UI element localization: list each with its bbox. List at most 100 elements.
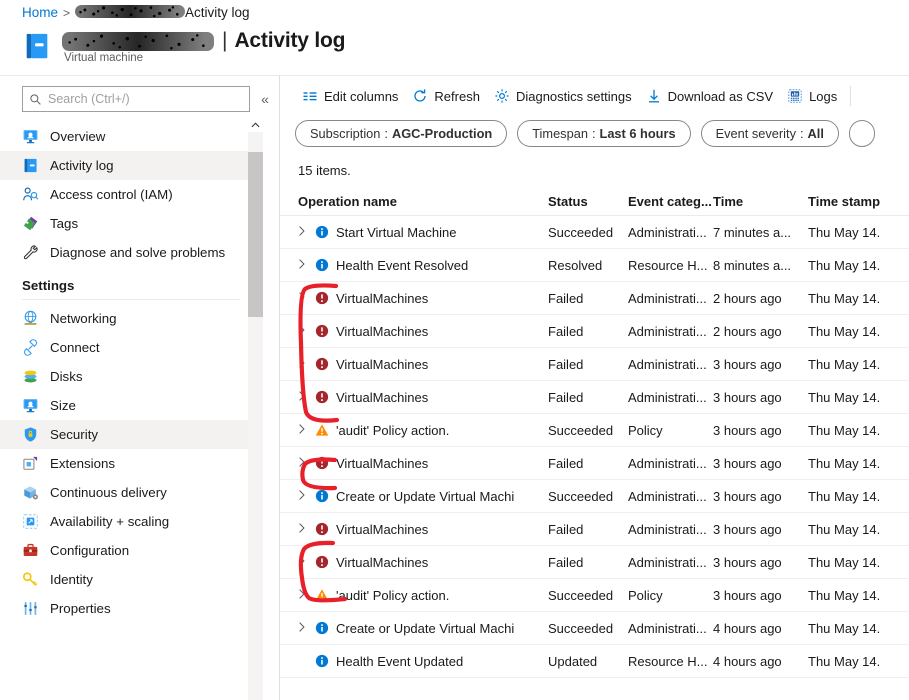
sidebar-item-activity-log[interactable]: Activity log (0, 151, 262, 180)
refresh-icon (412, 88, 428, 104)
sidebar-item-label: Overview (50, 129, 106, 144)
filter-value: All (807, 126, 824, 141)
cell-status: Succeeded (548, 224, 614, 240)
table-row[interactable]: Health Event Resolved Resolved Resource H.… (280, 249, 909, 282)
search-icon (29, 93, 42, 106)
cell-time-stamp: Thu May 14. (808, 488, 881, 504)
cell-operation-name: Create or Update Virtual Machi (336, 488, 515, 504)
page-title: Activity log (234, 29, 346, 52)
sidebar-item-size[interactable]: Size (0, 391, 262, 420)
table-row[interactable]: VirtualMachines Failed Administrati... 3 ho… (280, 513, 909, 546)
sidebar-item-tags[interactable]: Tags (0, 209, 262, 238)
sidebar-scrollbar[interactable] (248, 118, 263, 700)
filter-timespan[interactable]: Timespan : Last 6 hours (517, 120, 691, 147)
column-header-time[interactable]: Time (713, 194, 808, 209)
expand-row-chevron-icon[interactable] (298, 555, 315, 569)
severity-info-icon (315, 489, 329, 503)
filter-overflow-partial[interactable] (848, 120, 875, 147)
cell-operation-name: Health Event Updated (336, 653, 464, 669)
table-row[interactable]: VirtualMachines Failed Administrati... 3 ho… (280, 447, 909, 480)
sidebar-item-continuous-delivery[interactable]: Continuous delivery (0, 478, 262, 507)
table-row[interactable]: 'audit' Policy action. Succeeded Policy 3 h… (280, 414, 909, 447)
table-row[interactable]: Create or Update Virtual Machi Succeeded A… (280, 612, 909, 645)
table-row[interactable]: VirtualMachines Failed Administrati... 3 ho… (280, 546, 909, 579)
expand-row-chevron-icon[interactable] (298, 621, 315, 635)
expand-row-chevron-icon[interactable] (298, 456, 315, 470)
expand-row-chevron-icon[interactable] (298, 423, 315, 437)
filter-subscription[interactable]: Subscription : AGC-Production (295, 120, 508, 147)
disks-icon (22, 368, 39, 385)
diagnostics-settings-button[interactable]: Diagnostics settings (487, 80, 639, 112)
breadcrumb-home-link[interactable]: Home (22, 5, 58, 20)
sidebar-item-networking[interactable]: Networking (0, 304, 262, 333)
download-csv-button[interactable]: Download as CSV (639, 80, 781, 112)
table-row[interactable]: VirtualMachines Failed Administrati... 3 ho… (280, 381, 909, 414)
cell-event-category: Resource H... (628, 653, 708, 669)
sidebar-item-label: Properties (50, 601, 111, 616)
sidebar-item-access-control[interactable]: Access control (IAM) (0, 180, 262, 209)
key-icon (22, 571, 39, 588)
sidebar-item-identity[interactable]: Identity (0, 565, 262, 594)
sidebar-item-configuration[interactable]: Configuration (0, 536, 262, 565)
diagnose-icon (22, 244, 39, 261)
column-header-event-category[interactable]: Event categ... (628, 194, 713, 209)
sidebar-item-connect[interactable]: Connect (0, 333, 262, 362)
column-header-time-stamp[interactable]: Time stamp (808, 194, 909, 209)
search-box[interactable] (22, 86, 250, 112)
expand-row-chevron-icon[interactable] (298, 357, 315, 371)
download-icon (646, 88, 662, 104)
cell-time-stamp: Thu May 14. (808, 323, 881, 339)
sidebar-item-security[interactable]: Security (0, 420, 262, 449)
table-row[interactable]: Health Event Updated Updated Resource H...… (280, 645, 909, 678)
activity-log-table: Operation name Status Event categ... Tim… (280, 188, 909, 678)
command-label: Refresh (434, 88, 480, 104)
table-row[interactable]: 'audit' Policy action. Succeeded Policy 3 h… (280, 579, 909, 612)
sidebar-item-disks[interactable]: Disks (0, 362, 262, 391)
cell-status: Succeeded (548, 488, 614, 504)
cell-time-stamp: Thu May 14. (808, 224, 881, 240)
sidebar-scrollbar-thumb[interactable] (248, 152, 263, 317)
page-subtitle: Virtual machine (64, 52, 144, 64)
table-row[interactable]: VirtualMachines Failed Administrati... 2 ho… (280, 282, 909, 315)
size-icon (22, 397, 39, 414)
availability-scaling-icon (22, 513, 39, 530)
expand-row-chevron-icon[interactable] (298, 489, 315, 503)
search-input[interactable] (48, 92, 243, 106)
table-row[interactable]: VirtualMachines Failed Administrati... 3 ho… (280, 348, 909, 381)
header-redacted-resource-name (62, 31, 214, 51)
sidebar-item-extensions[interactable]: Extensions (0, 449, 262, 478)
expand-row-chevron-icon[interactable] (298, 588, 315, 602)
expand-row-chevron-icon[interactable] (298, 258, 315, 272)
filter-event-severity[interactable]: Event severity : All (700, 120, 839, 147)
cell-status: Succeeded (548, 422, 614, 438)
expand-row-chevron-icon[interactable] (298, 291, 315, 305)
cell-time: 3 hours ago (713, 587, 782, 603)
sidebar-scrollbar-track[interactable] (248, 132, 263, 700)
cell-time: 4 hours ago (713, 620, 782, 636)
sidebar-item-overview[interactable]: Overview (0, 122, 262, 151)
cell-status: Failed (548, 455, 584, 471)
expand-row-chevron-icon[interactable] (298, 324, 315, 338)
sidebar-item-availability-scaling[interactable]: Availability + scaling (0, 507, 262, 536)
cell-status: Resolved (548, 257, 603, 273)
expand-row-chevron-icon[interactable] (298, 225, 315, 239)
logs-button[interactable]: Logs (780, 80, 844, 112)
edit-columns-button[interactable]: Edit columns (295, 80, 405, 112)
sidebar-item-diagnose[interactable]: Diagnose and solve problems (0, 238, 262, 267)
sidebar-item-properties[interactable]: Properties (0, 594, 262, 623)
expand-row-chevron-icon[interactable] (298, 390, 315, 404)
collapse-sidebar-button[interactable]: « (258, 91, 272, 107)
expand-row-chevron-icon[interactable] (298, 522, 315, 536)
table-row[interactable]: Create or Update Virtual Machi Succeeded A… (280, 480, 909, 513)
column-header-status[interactable]: Status (548, 194, 628, 209)
table-row[interactable]: Start Virtual Machine Succeeded Administra… (280, 216, 909, 249)
table-row[interactable]: VirtualMachines Failed Administrati... 2 ho… (280, 315, 909, 348)
column-header-operation-name[interactable]: Operation name (298, 194, 548, 209)
cell-event-category: Administrati... (628, 455, 707, 471)
cell-time: 3 hours ago (713, 422, 782, 438)
severity-error-icon (315, 357, 329, 371)
refresh-button[interactable]: Refresh (405, 80, 487, 112)
cell-time-stamp: Thu May 14. (808, 389, 881, 405)
scroll-up-arrow-icon[interactable] (248, 118, 263, 132)
cell-time: 3 hours ago (713, 356, 782, 372)
